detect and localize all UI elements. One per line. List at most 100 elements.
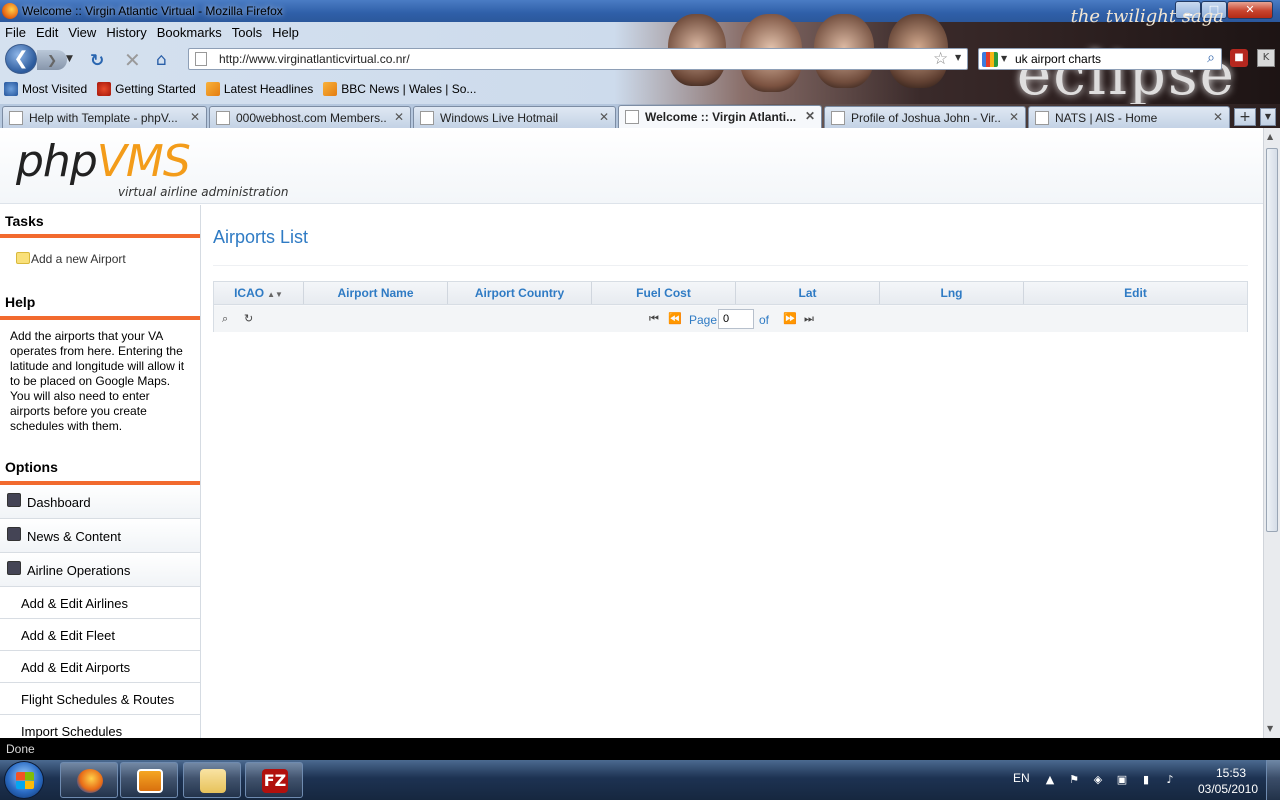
add-new-airport-link[interactable]: Add a new Airport <box>0 238 200 286</box>
column-header-lng[interactable]: Lng <box>880 282 1024 304</box>
show-hidden-icons-icon[interactable]: ▲ <box>1043 773 1057 787</box>
history-dropdown-icon[interactable]: ▼ <box>66 54 78 66</box>
network-signal-icon[interactable]: ▮ <box>1139 773 1153 787</box>
tab-favicon-icon <box>1035 111 1049 125</box>
tab-close-icon[interactable]: ✕ <box>1213 110 1223 124</box>
bookmark-label: BBC News | Wales | So... <box>341 82 477 96</box>
page-viewport: phpVMS virtual airline administration Ta… <box>0 128 1263 738</box>
tab-nats-ais-home[interactable]: NATS | AIS - Home ✕ <box>1028 106 1230 128</box>
menu-bookmarks[interactable]: Bookmarks <box>152 22 227 42</box>
list-all-tabs-icon[interactable]: ▼ <box>1260 108 1276 126</box>
menu-tools[interactable]: Tools <box>227 22 267 42</box>
sidebar-item-add-edit-fleet[interactable]: Add & Edit Fleet <box>0 619 200 651</box>
device-icon[interactable]: ▣ <box>1115 773 1129 787</box>
sidebar-item-flight-schedules[interactable]: Flight Schedules & Routes <box>0 683 200 715</box>
menu-help[interactable]: Help <box>267 22 304 42</box>
add-new-airport-label: Add a new Airport <box>31 252 126 266</box>
vertical-scrollbar[interactable]: ▲ ▼ <box>1263 128 1280 738</box>
taskbar-explorer[interactable] <box>183 762 241 798</box>
search-icon[interactable]: ⌕ <box>1207 50 1215 66</box>
of-label: of <box>759 313 770 327</box>
taskbar-media-player[interactable] <box>120 762 178 798</box>
tab-label: Windows Live Hotmail <box>440 111 559 125</box>
action-center-flag-icon[interactable]: ⚑ <box>1067 773 1081 787</box>
back-button[interactable]: ❮ <box>5 44 37 74</box>
tab-profile-joshua-john[interactable]: Profile of Joshua John - Vir... ✕ <box>824 106 1026 128</box>
last-page-icon[interactable]: ⏭ <box>804 312 814 326</box>
bookmark-latest-headlines[interactable]: Latest Headlines <box>202 82 313 96</box>
tab-welcome-virgin-atlantic[interactable]: Welcome :: Virgin Atlanti... ✕ <box>618 105 822 128</box>
status-bar: Done <box>0 738 1280 760</box>
bookmark-getting-started[interactable]: Getting Started <box>93 82 196 96</box>
first-page-icon[interactable]: ⏮ <box>649 312 659 326</box>
search-engine-dropdown-icon[interactable]: ▼ <box>1001 54 1007 63</box>
sidebar-item-import-schedules[interactable]: Import Schedules <box>0 715 200 738</box>
addon-adblock-icon[interactable]: ■ <box>1230 49 1248 67</box>
scroll-down-icon[interactable]: ▼ <box>1267 724 1273 733</box>
url-bar[interactable]: http://www.virginatlanticvirtual.co.nr/ … <box>188 48 968 70</box>
sidebar-item-dashboard[interactable]: Dashboard <box>0 485 200 519</box>
url-dropdown-icon[interactable]: ▼ <box>955 53 961 62</box>
sidebar-item-add-edit-airlines[interactable]: Add & Edit Airlines <box>0 587 200 619</box>
previous-page-icon[interactable]: ⏪ <box>668 312 682 325</box>
column-header-fuel-cost[interactable]: Fuel Cost <box>592 282 736 304</box>
sidebar-item-airline-operations[interactable]: Airline Operations <box>0 553 200 587</box>
bookmark-bbc-news[interactable]: BBC News | Wales | So... <box>319 82 476 96</box>
scroll-up-icon[interactable]: ▲ <box>1267 132 1273 141</box>
column-header-lat[interactable]: Lat <box>736 282 880 304</box>
tab-close-icon[interactable]: ✕ <box>599 110 609 124</box>
clock-time[interactable]: 15:53 <box>1205 766 1257 780</box>
menu-edit[interactable]: Edit <box>31 22 63 42</box>
show-desktop-button[interactable] <box>1266 760 1280 800</box>
tab-close-icon[interactable]: ✕ <box>1009 110 1019 124</box>
search-bar[interactable]: ▼ uk airport charts ⌕ <box>978 48 1222 70</box>
reload-icon[interactable]: ↻ <box>90 51 104 71</box>
title-divider <box>213 265 1248 266</box>
tab-000webhost[interactable]: 000webhost.com Members... ✕ <box>209 106 411 128</box>
column-header-airport-country[interactable]: Airport Country <box>448 282 592 304</box>
start-button[interactable] <box>4 761 44 799</box>
forward-button[interactable]: ❯ <box>37 50 67 70</box>
google-engine-icon[interactable] <box>982 52 998 67</box>
firefox-icon <box>77 769 103 793</box>
security-shield-icon[interactable]: ◈ <box>1091 773 1105 787</box>
help-heading: Help <box>0 286 200 320</box>
home-icon[interactable]: ⌂ <box>156 50 176 70</box>
clock-date[interactable]: 03/05/2010 <box>1195 782 1261 796</box>
phpvms-logo[interactable]: phpVMS virtual airline administration <box>16 136 288 199</box>
volume-icon[interactable]: ♪ <box>1163 773 1177 787</box>
column-header-icao[interactable]: ICAO ▲▼ <box>214 282 304 304</box>
tab-close-icon[interactable]: ✕ <box>190 110 200 124</box>
bookmark-star-icon[interactable]: ☆ <box>933 49 948 69</box>
column-header-airport-name[interactable]: Airport Name <box>304 282 448 304</box>
getting-started-icon <box>97 82 112 96</box>
search-input[interactable]: uk airport charts <box>1015 52 1101 66</box>
rss-feed-icon <box>323 82 338 96</box>
sidebar-item-add-edit-airports[interactable]: Add & Edit Airports <box>0 651 200 683</box>
options-heading: Options <box>0 451 200 485</box>
tab-label: Profile of Joshua John - Vir... <box>851 111 1001 125</box>
page-number-input[interactable]: 0 <box>718 309 754 329</box>
next-page-icon[interactable]: ⏩ <box>783 312 797 325</box>
menu-history[interactable]: History <box>101 22 151 42</box>
help-text: Add the airports that your VA operates f… <box>10 329 185 433</box>
scrollbar-thumb[interactable] <box>1266 148 1278 532</box>
search-icon[interactable]: ⌕ <box>222 312 228 326</box>
refresh-icon[interactable]: ↻ <box>244 312 253 325</box>
tab-close-icon[interactable]: ✕ <box>805 109 815 123</box>
tab-windows-live-hotmail[interactable]: Windows Live Hotmail ✕ <box>413 106 616 128</box>
url-text[interactable]: http://www.virginatlanticvirtual.co.nr/ <box>219 52 410 66</box>
addon-k-icon[interactable]: K <box>1257 49 1275 67</box>
taskbar-filezilla[interactable]: FZ <box>245 762 303 798</box>
stop-icon[interactable]: ✕ <box>124 48 141 72</box>
tab-help-with-template[interactable]: Help with Template - phpV... ✕ <box>2 106 207 128</box>
tab-close-icon[interactable]: ✕ <box>394 110 404 124</box>
menu-view[interactable]: View <box>63 22 101 42</box>
column-header-edit[interactable]: Edit <box>1024 282 1247 304</box>
taskbar-firefox[interactable] <box>60 762 118 798</box>
new-tab-button[interactable]: + <box>1234 108 1256 126</box>
sidebar-item-news-content[interactable]: News & Content <box>0 519 200 553</box>
language-indicator[interactable]: EN <box>1013 771 1030 785</box>
bookmark-most-visited[interactable]: Most Visited <box>0 82 87 96</box>
menu-file[interactable]: File <box>0 22 31 42</box>
